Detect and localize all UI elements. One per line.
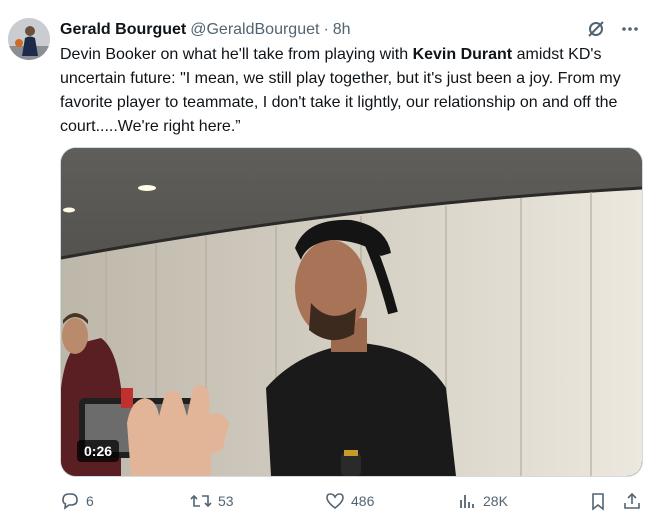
like-count: 486 xyxy=(351,493,375,509)
tweet-text: Devin Booker on what he'll take from pla… xyxy=(60,43,640,139)
timestamp[interactable]: 8h xyxy=(333,21,351,39)
tweet-actions: 6 53 486 28K xyxy=(60,486,645,516)
separator-dot: · xyxy=(323,21,329,38)
views-count: 28K xyxy=(483,493,508,509)
tweet-card[interactable]: Gerald Bourguet @GeraldBourguet · 8h Dev… xyxy=(0,0,653,524)
tweet-top-actions xyxy=(585,18,641,40)
reply-count: 6 xyxy=(86,493,94,509)
views-icon xyxy=(460,495,474,508)
tweet-text-part1: Devin Booker on what he'll take from pla… xyxy=(60,46,413,63)
like-icon xyxy=(326,493,344,510)
retweet-count: 53 xyxy=(218,493,234,509)
share-icon xyxy=(624,492,640,509)
video-frame xyxy=(61,148,642,476)
retweet-icon xyxy=(190,494,212,508)
grok-icon[interactable] xyxy=(585,18,607,40)
share-button[interactable] xyxy=(622,486,642,516)
bookmark-button[interactable] xyxy=(588,486,608,516)
retweet-button[interactable]: 53 xyxy=(190,486,234,516)
reply-button[interactable]: 6 xyxy=(60,486,94,516)
like-button[interactable]: 486 xyxy=(325,486,374,516)
avatar-image xyxy=(8,18,50,60)
reply-icon xyxy=(62,493,78,510)
tweet-text-mention: Kevin Durant xyxy=(412,46,513,63)
avatar[interactable] xyxy=(8,18,50,60)
views-button[interactable]: 28K xyxy=(457,486,508,516)
video-duration: 0:26 xyxy=(77,440,120,462)
tweet-header: Gerald Bourguet @GeraldBourguet · 8h xyxy=(60,19,351,41)
more-icon[interactable] xyxy=(619,18,641,40)
bookmark-icon xyxy=(592,493,604,511)
video-player[interactable]: 0:26 xyxy=(60,147,643,477)
author-name[interactable]: Gerald Bourguet xyxy=(60,21,186,39)
author-handle[interactable]: @GeraldBourguet xyxy=(190,21,319,39)
